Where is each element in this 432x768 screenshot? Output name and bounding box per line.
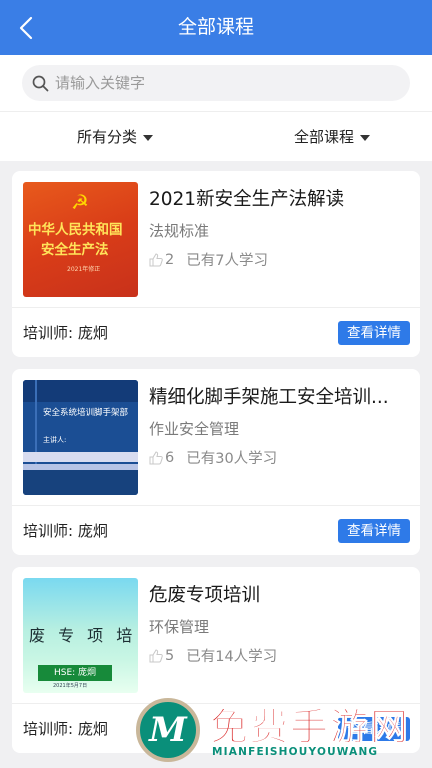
thumbnail-text: 中华人民共和国	[28, 222, 123, 238]
thumbnail-text: 安全生产法	[41, 242, 109, 258]
thumbs-up-icon	[149, 450, 163, 464]
course-stats: 6 已有30人学习	[149, 447, 277, 468]
course-stats: 5 已有14人学习	[149, 645, 277, 666]
course-card[interactable]: ☭ 中华人民共和国 安全生产法 2021年修正 2021新安全生产法解读 法规标…	[12, 171, 420, 357]
instructor-label: 培训师: 庞炯	[23, 522, 108, 540]
divider	[12, 307, 420, 308]
thumbnail-text: 安全系统培训脚手架部	[43, 408, 129, 418]
thumbnail-edition: 2021年修正	[67, 266, 101, 273]
divider	[12, 505, 420, 506]
course-filter-label: 全部课程	[294, 128, 355, 146]
course-category: 法规标准	[149, 222, 210, 240]
watermark-text: 免费手游网	[209, 704, 411, 750]
top-app-bar: 全部课程	[0, 0, 432, 55]
thumbs-up-icon	[149, 252, 163, 266]
thumbnail-text: 主讲人:	[43, 436, 67, 444]
thumbnail-text: 废 专 项 培 训	[29, 626, 138, 645]
course-stats: 2 已有7人学习	[149, 249, 268, 270]
watermark-logo-letter: M	[149, 710, 187, 750]
course-filter-dropdown[interactable]: 全部课程	[294, 112, 371, 162]
thumbs-up-icon	[149, 648, 163, 662]
search-box[interactable]	[22, 65, 410, 101]
page-title: 全部课程	[177, 16, 254, 38]
category-filter-dropdown[interactable]: 所有分类	[77, 112, 154, 162]
course-title: 精细化脚手架施工安全培训...	[149, 387, 389, 408]
like-count: 5	[165, 647, 175, 664]
course-title: 2021新安全生产法解读	[149, 189, 345, 210]
course-thumbnail: 安全系统培训脚手架部 主讲人:	[23, 380, 138, 495]
learner-count: 已有7人学习	[186, 253, 268, 269]
course-thumbnail: 废 专 项 培 训 HSE: 庞炯 2021年5月7日	[23, 578, 138, 693]
course-thumbnail: ☭ 中华人民共和国 安全生产法 2021年修正	[23, 182, 138, 297]
course-category: 作业安全管理	[149, 420, 240, 438]
site-watermark: M 免费手游网 MIANFEISHOUYOUWANG	[132, 694, 432, 768]
instructor-label: 培训师: 庞炯	[23, 324, 108, 342]
party-emblem-icon: ☭	[71, 190, 89, 214]
course-category: 环保管理	[149, 618, 210, 636]
watermark-subtext: MIANFEISHOUYOUWANG	[212, 746, 379, 758]
course-title: 危废专项培训	[149, 585, 261, 606]
view-details-button[interactable]: 查看详情	[338, 519, 410, 543]
thumbnail-band	[23, 470, 138, 495]
thumbnail-band	[23, 452, 138, 462]
like-count: 2	[165, 251, 175, 268]
like-count: 6	[165, 449, 175, 466]
search-bar	[0, 55, 432, 111]
search-input[interactable]	[55, 74, 385, 92]
learner-count: 已有30人学习	[186, 451, 278, 467]
caret-down-icon	[360, 134, 371, 141]
learner-count: 已有14人学习	[186, 649, 278, 665]
view-details-button[interactable]: 查看详情	[338, 321, 410, 345]
instructor-label: 培训师: 庞炯	[23, 720, 108, 738]
thumbnail-date: 2021年5月7日	[53, 683, 88, 689]
search-icon	[32, 75, 49, 91]
watermark-logo: M	[136, 698, 200, 762]
category-filter-label: 所有分类	[77, 128, 138, 146]
thumbnail-badge: HSE: 庞炯	[38, 665, 112, 681]
thumbnail-header-band	[23, 380, 138, 402]
caret-down-icon	[143, 134, 154, 141]
course-card[interactable]: 安全系统培训脚手架部 主讲人: 精细化脚手架施工安全培训... 作业安全管理 6…	[12, 369, 420, 555]
filter-bar: 所有分类 全部课程	[0, 111, 432, 161]
